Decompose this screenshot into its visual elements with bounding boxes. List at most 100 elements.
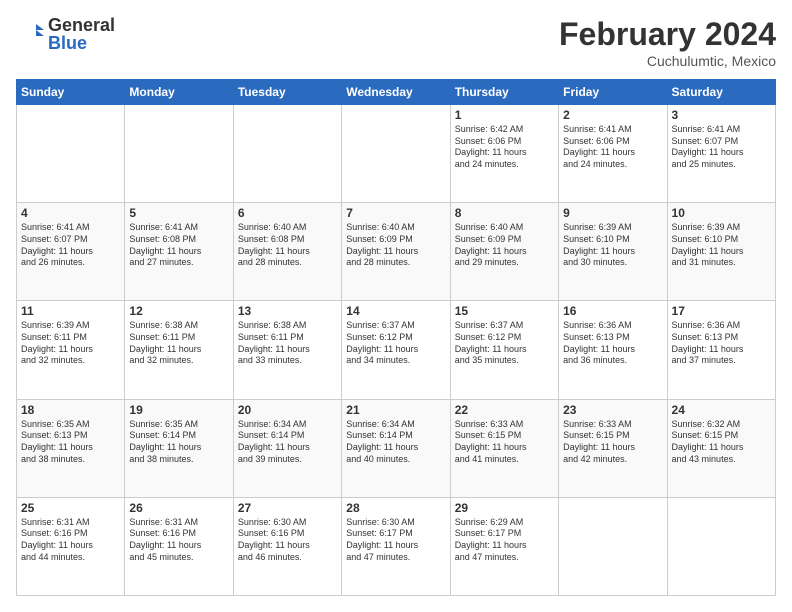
day-number: 14 bbox=[346, 304, 445, 318]
calendar-cell: 4 Sunrise: 6:41 AM Sunset: 6:07 PM Daylig… bbox=[17, 203, 125, 301]
day-number: 27 bbox=[238, 501, 337, 515]
header: General Blue February 2024 Cuchulumtic, … bbox=[16, 16, 776, 69]
calendar-cell: 8Sunrise: 6:40 AM Sunset: 6:09 PM Daylig… bbox=[450, 203, 558, 301]
calendar-cell: 13 Sunrise: 6:38 AM Sunset: 6:11 PM Dayli… bbox=[233, 301, 341, 399]
logo: General Blue bbox=[16, 16, 115, 52]
calendar-cell: 12 Sunrise: 6:38 AM Sunset: 6:11 PM Dayli… bbox=[125, 301, 233, 399]
day-info: Sunrise: 6:30 AM Sunset: 6:16 PM Dayligh… bbox=[238, 517, 337, 564]
day-info: Sunrise: 6:39 AM Sunset: 6:10 PM Dayligh… bbox=[563, 222, 662, 269]
day-number: 26 bbox=[129, 501, 228, 515]
col-header-wednesday: Wednesday bbox=[342, 80, 450, 105]
day-info: Sunrise: 6:31 AM Sunset: 6:16 PM Dayligh… bbox=[129, 517, 228, 564]
week-row-4: 25 Sunrise: 6:31 AM Sunset: 6:16 PM Dayli… bbox=[17, 497, 776, 595]
day-number: 3 bbox=[672, 108, 771, 122]
logo-text: General Blue bbox=[48, 16, 115, 52]
day-info: Sunrise: 6:40 AM Sunset: 6:08 PM Dayligh… bbox=[238, 222, 337, 269]
calendar-cell: 22 Sunrise: 6:33 AM Sunset: 6:15 PM Dayli… bbox=[450, 399, 558, 497]
title-block: February 2024 Cuchulumtic, Mexico bbox=[559, 16, 776, 69]
calendar-cell: 26 Sunrise: 6:31 AM Sunset: 6:16 PM Dayli… bbox=[125, 497, 233, 595]
day-number: 19 bbox=[129, 403, 228, 417]
day-number: 11 bbox=[21, 304, 120, 318]
col-header-thursday: Thursday bbox=[450, 80, 558, 105]
calendar-cell: 6 Sunrise: 6:40 AM Sunset: 6:08 PM Daylig… bbox=[233, 203, 341, 301]
calendar-cell: 17Sunrise: 6:36 AM Sunset: 6:13 PM Dayli… bbox=[667, 301, 775, 399]
calendar-subtitle: Cuchulumtic, Mexico bbox=[559, 53, 776, 69]
day-number: 17 bbox=[672, 304, 771, 318]
day-number: 2 bbox=[563, 108, 662, 122]
day-info: Sunrise: 6:40 AM Sunset: 6:09 PM Dayligh… bbox=[346, 222, 445, 269]
day-info: Sunrise: 6:41 AM Sunset: 6:07 PM Dayligh… bbox=[672, 124, 771, 171]
logo-blue-text: Blue bbox=[48, 34, 115, 52]
day-number: 24 bbox=[672, 403, 771, 417]
calendar-cell bbox=[125, 105, 233, 203]
day-number: 20 bbox=[238, 403, 337, 417]
calendar-cell: 20 Sunrise: 6:34 AM Sunset: 6:14 PM Dayli… bbox=[233, 399, 341, 497]
calendar-cell: 3 Sunrise: 6:41 AM Sunset: 6:07 PM Daylig… bbox=[667, 105, 775, 203]
day-info: Sunrise: 6:35 AM Sunset: 6:14 PM Dayligh… bbox=[129, 419, 228, 466]
col-header-sunday: Sunday bbox=[17, 80, 125, 105]
day-number: 1 bbox=[455, 108, 554, 122]
day-info: Sunrise: 6:38 AM Sunset: 6:11 PM Dayligh… bbox=[238, 320, 337, 367]
day-info: Sunrise: 6:29 AM Sunset: 6:17 PM Dayligh… bbox=[455, 517, 554, 564]
calendar-cell bbox=[17, 105, 125, 203]
day-info: Sunrise: 6:31 AM Sunset: 6:16 PM Dayligh… bbox=[21, 517, 120, 564]
calendar-cell: 16Sunrise: 6:36 AM Sunset: 6:13 PM Dayli… bbox=[559, 301, 667, 399]
day-number: 6 bbox=[238, 206, 337, 220]
day-info: Sunrise: 6:32 AM Sunset: 6:15 PM Dayligh… bbox=[672, 419, 771, 466]
week-row-1: 4 Sunrise: 6:41 AM Sunset: 6:07 PM Daylig… bbox=[17, 203, 776, 301]
day-info: Sunrise: 6:39 AM Sunset: 6:11 PM Dayligh… bbox=[21, 320, 120, 367]
day-number: 22 bbox=[455, 403, 554, 417]
day-number: 12 bbox=[129, 304, 228, 318]
day-info: Sunrise: 6:30 AM Sunset: 6:17 PM Dayligh… bbox=[346, 517, 445, 564]
day-number: 13 bbox=[238, 304, 337, 318]
week-row-0: 1 Sunrise: 6:42 AM Sunset: 6:06 PM Daylig… bbox=[17, 105, 776, 203]
day-info: Sunrise: 6:34 AM Sunset: 6:14 PM Dayligh… bbox=[346, 419, 445, 466]
calendar-cell: 28Sunrise: 6:30 AM Sunset: 6:17 PM Dayli… bbox=[342, 497, 450, 595]
day-info: Sunrise: 6:39 AM Sunset: 6:10 PM Dayligh… bbox=[672, 222, 771, 269]
page: General Blue February 2024 Cuchulumtic, … bbox=[0, 0, 792, 612]
day-number: 29 bbox=[455, 501, 554, 515]
calendar-cell: 14Sunrise: 6:37 AM Sunset: 6:12 PM Dayli… bbox=[342, 301, 450, 399]
day-info: Sunrise: 6:34 AM Sunset: 6:14 PM Dayligh… bbox=[238, 419, 337, 466]
calendar-cell: 5 Sunrise: 6:41 AM Sunset: 6:08 PM Daylig… bbox=[125, 203, 233, 301]
calendar-cell: 11 Sunrise: 6:39 AM Sunset: 6:11 PM Dayli… bbox=[17, 301, 125, 399]
calendar-cell: 25 Sunrise: 6:31 AM Sunset: 6:16 PM Dayli… bbox=[17, 497, 125, 595]
calendar-cell: 27 Sunrise: 6:30 AM Sunset: 6:16 PM Dayli… bbox=[233, 497, 341, 595]
calendar-cell: 23 Sunrise: 6:33 AM Sunset: 6:15 PM Dayli… bbox=[559, 399, 667, 497]
day-number: 9 bbox=[563, 206, 662, 220]
calendar-cell bbox=[559, 497, 667, 595]
calendar-cell: 29 Sunrise: 6:29 AM Sunset: 6:17 PM Dayli… bbox=[450, 497, 558, 595]
day-number: 23 bbox=[563, 403, 662, 417]
calendar-title: February 2024 bbox=[559, 16, 776, 53]
day-info: Sunrise: 6:41 AM Sunset: 6:07 PM Dayligh… bbox=[21, 222, 120, 269]
day-number: 15 bbox=[455, 304, 554, 318]
day-number: 8 bbox=[455, 206, 554, 220]
day-number: 5 bbox=[129, 206, 228, 220]
day-number: 7 bbox=[346, 206, 445, 220]
day-number: 4 bbox=[21, 206, 120, 220]
day-info: Sunrise: 6:41 AM Sunset: 6:08 PM Dayligh… bbox=[129, 222, 228, 269]
calendar-cell: 10 Sunrise: 6:39 AM Sunset: 6:10 PM Dayli… bbox=[667, 203, 775, 301]
calendar-table: SundayMondayTuesdayWednesdayThursdayFrid… bbox=[16, 79, 776, 596]
calendar-cell: 21 Sunrise: 6:34 AM Sunset: 6:14 PM Dayli… bbox=[342, 399, 450, 497]
calendar-cell: 18Sunrise: 6:35 AM Sunset: 6:13 PM Dayli… bbox=[17, 399, 125, 497]
week-row-3: 18Sunrise: 6:35 AM Sunset: 6:13 PM Dayli… bbox=[17, 399, 776, 497]
day-info: Sunrise: 6:37 AM Sunset: 6:12 PM Dayligh… bbox=[455, 320, 554, 367]
day-info: Sunrise: 6:41 AM Sunset: 6:06 PM Dayligh… bbox=[563, 124, 662, 171]
calendar-cell: 2 Sunrise: 6:41 AM Sunset: 6:06 PM Daylig… bbox=[559, 105, 667, 203]
header-row: SundayMondayTuesdayWednesdayThursdayFrid… bbox=[17, 80, 776, 105]
day-number: 21 bbox=[346, 403, 445, 417]
day-info: Sunrise: 6:36 AM Sunset: 6:13 PM Dayligh… bbox=[563, 320, 662, 367]
logo-icon bbox=[16, 20, 44, 48]
day-info: Sunrise: 6:42 AM Sunset: 6:06 PM Dayligh… bbox=[455, 124, 554, 171]
day-number: 25 bbox=[21, 501, 120, 515]
col-header-saturday: Saturday bbox=[667, 80, 775, 105]
day-number: 10 bbox=[672, 206, 771, 220]
calendar-cell: 15 Sunrise: 6:37 AM Sunset: 6:12 PM Dayli… bbox=[450, 301, 558, 399]
day-info: Sunrise: 6:35 AM Sunset: 6:13 PM Dayligh… bbox=[21, 419, 120, 466]
day-info: Sunrise: 6:33 AM Sunset: 6:15 PM Dayligh… bbox=[455, 419, 554, 466]
calendar-cell: 24 Sunrise: 6:32 AM Sunset: 6:15 PM Dayli… bbox=[667, 399, 775, 497]
logo-general-text: General bbox=[48, 16, 115, 34]
day-info: Sunrise: 6:38 AM Sunset: 6:11 PM Dayligh… bbox=[129, 320, 228, 367]
day-info: Sunrise: 6:33 AM Sunset: 6:15 PM Dayligh… bbox=[563, 419, 662, 466]
